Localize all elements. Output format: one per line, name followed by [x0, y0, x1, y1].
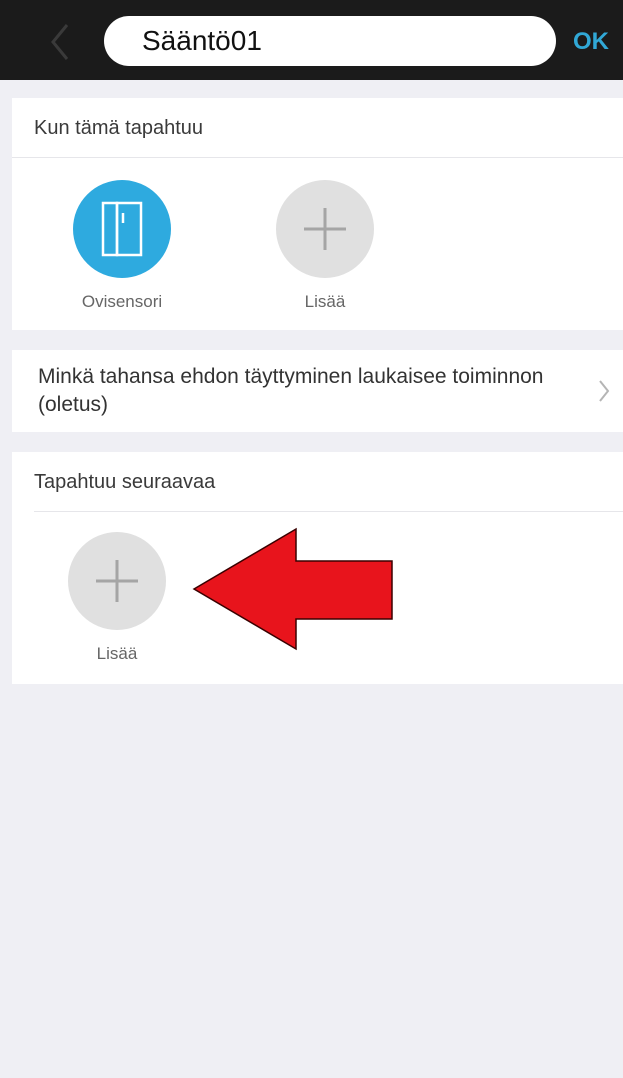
- navigation-bar: Sääntö01 OK: [0, 0, 623, 80]
- add-action-label: Lisää: [96, 644, 138, 663]
- door-sensor-icon: [101, 201, 143, 257]
- red-arrow-annotation: [192, 527, 393, 651]
- chevron-left-icon: [51, 24, 69, 60]
- add-trigger-button[interactable]: [276, 180, 374, 278]
- door-sensor-button[interactable]: [73, 180, 171, 278]
- plus-icon: [304, 208, 346, 250]
- condition-mode-row[interactable]: Minkä tahansa ehdon täyttyminen laukaise…: [12, 350, 623, 432]
- door-sensor-tile[interactable]: Ovisensori: [57, 180, 187, 312]
- trigger-section: Kun tämä tapahtuu Ovisensori Lisää: [12, 98, 623, 330]
- action-section-header: Tapahtuu seuraavaa: [34, 452, 623, 512]
- rule-name-field[interactable]: Sääntö01: [104, 16, 556, 66]
- plus-icon: [96, 560, 138, 602]
- chevron-right-icon: [599, 380, 610, 402]
- trigger-section-header: Kun tämä tapahtuu: [12, 98, 623, 158]
- add-action-button[interactable]: [68, 532, 166, 630]
- door-sensor-label: Ovisensori: [81, 292, 163, 311]
- condition-mode-text: Minkä tahansa ehdon täyttyminen laukaise…: [38, 365, 544, 416]
- back-button[interactable]: [40, 20, 80, 64]
- add-trigger-label: Lisää: [304, 292, 346, 311]
- add-action-tile[interactable]: Lisää: [52, 532, 182, 664]
- ok-button[interactable]: OK: [566, 22, 616, 62]
- add-trigger-tile[interactable]: Lisää: [260, 180, 390, 312]
